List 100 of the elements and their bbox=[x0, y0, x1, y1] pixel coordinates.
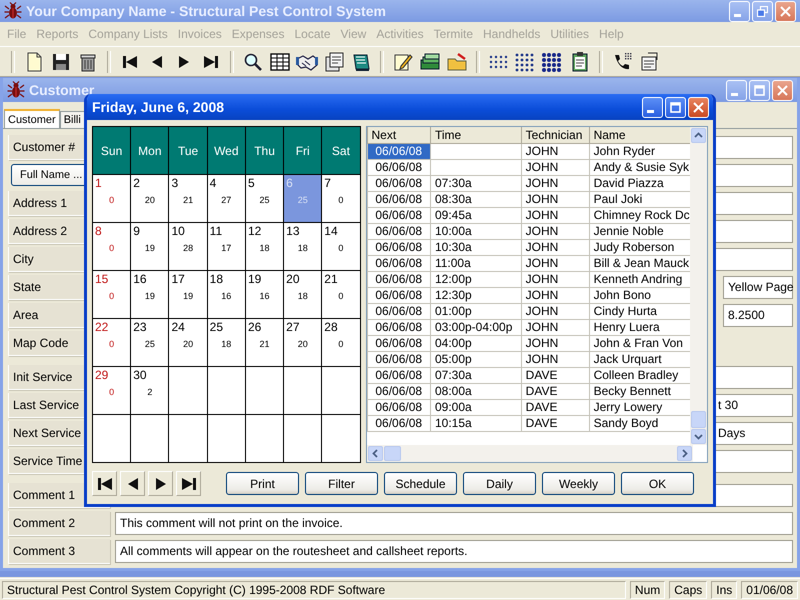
next-button[interactable] bbox=[148, 471, 173, 496]
day-cell[interactable]: 22 0 bbox=[92, 318, 131, 366]
day-cell[interactable] bbox=[207, 414, 246, 462]
maximize-button[interactable] bbox=[665, 96, 686, 118]
day-cell[interactable]: 3 21 bbox=[168, 174, 208, 222]
day-cell[interactable] bbox=[168, 366, 208, 414]
day-cell[interactable] bbox=[284, 414, 322, 462]
table-cell[interactable]: 06/06/08 bbox=[367, 384, 430, 400]
day-cell[interactable]: 17 19 bbox=[168, 270, 208, 318]
day-cell[interactable] bbox=[284, 366, 322, 414]
close-button[interactable] bbox=[688, 96, 709, 118]
day-cell[interactable]: 23 25 bbox=[130, 318, 169, 366]
table-cell[interactable]: 06/06/08 bbox=[367, 256, 430, 272]
table-cell[interactable]: 06/06/08 bbox=[367, 416, 430, 432]
table-cell: JOHN bbox=[521, 240, 590, 256]
table-cell[interactable]: 06/06/08 bbox=[367, 288, 430, 304]
day-number: 23 bbox=[132, 319, 148, 334]
dialog-button[interactable]: Print bbox=[226, 472, 299, 495]
dialog-button[interactable]: OK bbox=[621, 472, 694, 495]
day-cell[interactable]: 24 20 bbox=[168, 318, 208, 366]
column-header[interactable]: Time bbox=[430, 127, 522, 144]
day-cell[interactable] bbox=[168, 414, 208, 462]
day-cell[interactable]: 11 17 bbox=[207, 222, 246, 270]
column-header[interactable]: Next bbox=[367, 127, 430, 144]
day-cell[interactable] bbox=[207, 366, 246, 414]
day-cell[interactable]: 18 16 bbox=[207, 270, 246, 318]
table-cell[interactable]: 06/06/08 bbox=[367, 272, 430, 288]
day-cell[interactable]: 27 20 bbox=[284, 318, 322, 366]
day-cell[interactable] bbox=[322, 366, 360, 414]
day-cell[interactable]: 16 19 bbox=[130, 270, 169, 318]
table-cell[interactable]: 06/06/08 bbox=[367, 144, 430, 160]
close-icon bbox=[777, 84, 788, 96]
day-cell[interactable] bbox=[245, 366, 284, 414]
table-cell[interactable]: 06/06/08 bbox=[367, 160, 430, 176]
tab[interactable]: Customer bbox=[4, 109, 60, 128]
search-icon[interactable] bbox=[242, 50, 264, 72]
day-cell[interactable]: 28 0 bbox=[322, 318, 360, 366]
input-field[interactable]: All comments will appear on the routesheet and callsheet reports. bbox=[115, 540, 793, 562]
table-cell[interactable]: 06/06/08 bbox=[367, 208, 430, 224]
day-cell[interactable]: 25 18 bbox=[207, 318, 246, 366]
dot-grid-icon[interactable] bbox=[542, 50, 564, 72]
day-cell[interactable]: 15 0 bbox=[92, 270, 131, 318]
appointment-count: 0 bbox=[108, 290, 116, 302]
day-number: 20 bbox=[285, 271, 300, 286]
table-cell[interactable]: 06/06/08 bbox=[367, 224, 430, 240]
tab[interactable]: Billi bbox=[60, 111, 85, 128]
restore-button[interactable] bbox=[752, 0, 773, 22]
day-cell[interactable]: 14 0 bbox=[322, 222, 360, 270]
day-cell[interactable]: 8 0 bbox=[92, 222, 131, 270]
input-field[interactable]: Yellow Page bbox=[723, 276, 793, 298]
input-field[interactable]: 8.2500 bbox=[723, 304, 793, 326]
day-cell[interactable]: 12 18 bbox=[245, 222, 284, 270]
scroll-thumb[interactable] bbox=[691, 411, 706, 428]
close-button[interactable] bbox=[775, 0, 796, 22]
table-cell[interactable]: 06/06/08 bbox=[367, 368, 430, 384]
table-cell[interactable]: 06/06/08 bbox=[367, 400, 430, 416]
day-cell[interactable]: 7 0 bbox=[322, 174, 360, 222]
documents-icon[interactable] bbox=[323, 50, 345, 72]
table-cell[interactable]: 06/06/08 bbox=[367, 320, 430, 336]
day-cell[interactable]: 13 18 bbox=[284, 222, 322, 270]
column-header[interactable]: Technician bbox=[521, 127, 590, 144]
horizontal-scrollbar[interactable] bbox=[366, 445, 693, 462]
vertical-scrollbar[interactable] bbox=[690, 127, 707, 445]
day-cell[interactable]: 30 2 bbox=[130, 366, 169, 414]
dialog-button[interactable]: Filter bbox=[305, 472, 378, 495]
day-cell[interactable]: 26 21 bbox=[245, 318, 284, 366]
folder-icon[interactable] bbox=[446, 50, 468, 72]
table-cell[interactable]: 06/06/08 bbox=[367, 352, 430, 368]
day-cell[interactable] bbox=[245, 414, 284, 462]
dialog-button[interactable]: Weekly bbox=[542, 472, 615, 495]
input-field[interactable]: This comment will not print on the invoice. bbox=[115, 512, 793, 534]
day-cell[interactable]: 1 0 bbox=[92, 174, 131, 222]
last-button[interactable] bbox=[176, 471, 201, 496]
day-cell[interactable]: 10 28 bbox=[168, 222, 208, 270]
day-cell[interactable] bbox=[92, 414, 131, 462]
day-cell[interactable] bbox=[130, 414, 169, 462]
table-cell[interactable]: 06/06/08 bbox=[367, 336, 430, 352]
day-cell[interactable]: 4 27 bbox=[207, 174, 246, 222]
table-cell[interactable]: 06/06/08 bbox=[367, 304, 430, 320]
table-cell[interactable]: 06/06/08 bbox=[367, 192, 430, 208]
minimize-button[interactable] bbox=[642, 96, 663, 118]
first-button[interactable] bbox=[92, 471, 117, 496]
money-icon[interactable] bbox=[419, 50, 441, 72]
scroll-thumb[interactable] bbox=[384, 446, 401, 461]
table-icon[interactable] bbox=[269, 50, 291, 72]
day-cell[interactable]: 5 25 bbox=[245, 174, 284, 222]
previous-button[interactable] bbox=[120, 471, 145, 496]
day-cell[interactable]: 29 0 bbox=[92, 366, 131, 414]
day-cell[interactable]: 2 20 bbox=[130, 174, 169, 222]
table-cell[interactable]: 06/06/08 bbox=[367, 176, 430, 192]
day-cell[interactable]: 20 18 bbox=[284, 270, 322, 318]
close-button[interactable] bbox=[772, 80, 793, 100]
day-cell[interactable] bbox=[322, 414, 360, 462]
day-cell[interactable]: 9 19 bbox=[130, 222, 169, 270]
day-cell[interactable]: 19 16 bbox=[245, 270, 284, 318]
appointment-count: 16 bbox=[258, 290, 271, 302]
dialog-button[interactable]: Daily bbox=[463, 472, 536, 495]
day-cell[interactable]: 21 0 bbox=[322, 270, 360, 318]
dialog-button[interactable]: Schedule bbox=[384, 472, 457, 495]
table-cell[interactable]: 06/06/08 bbox=[367, 240, 430, 256]
